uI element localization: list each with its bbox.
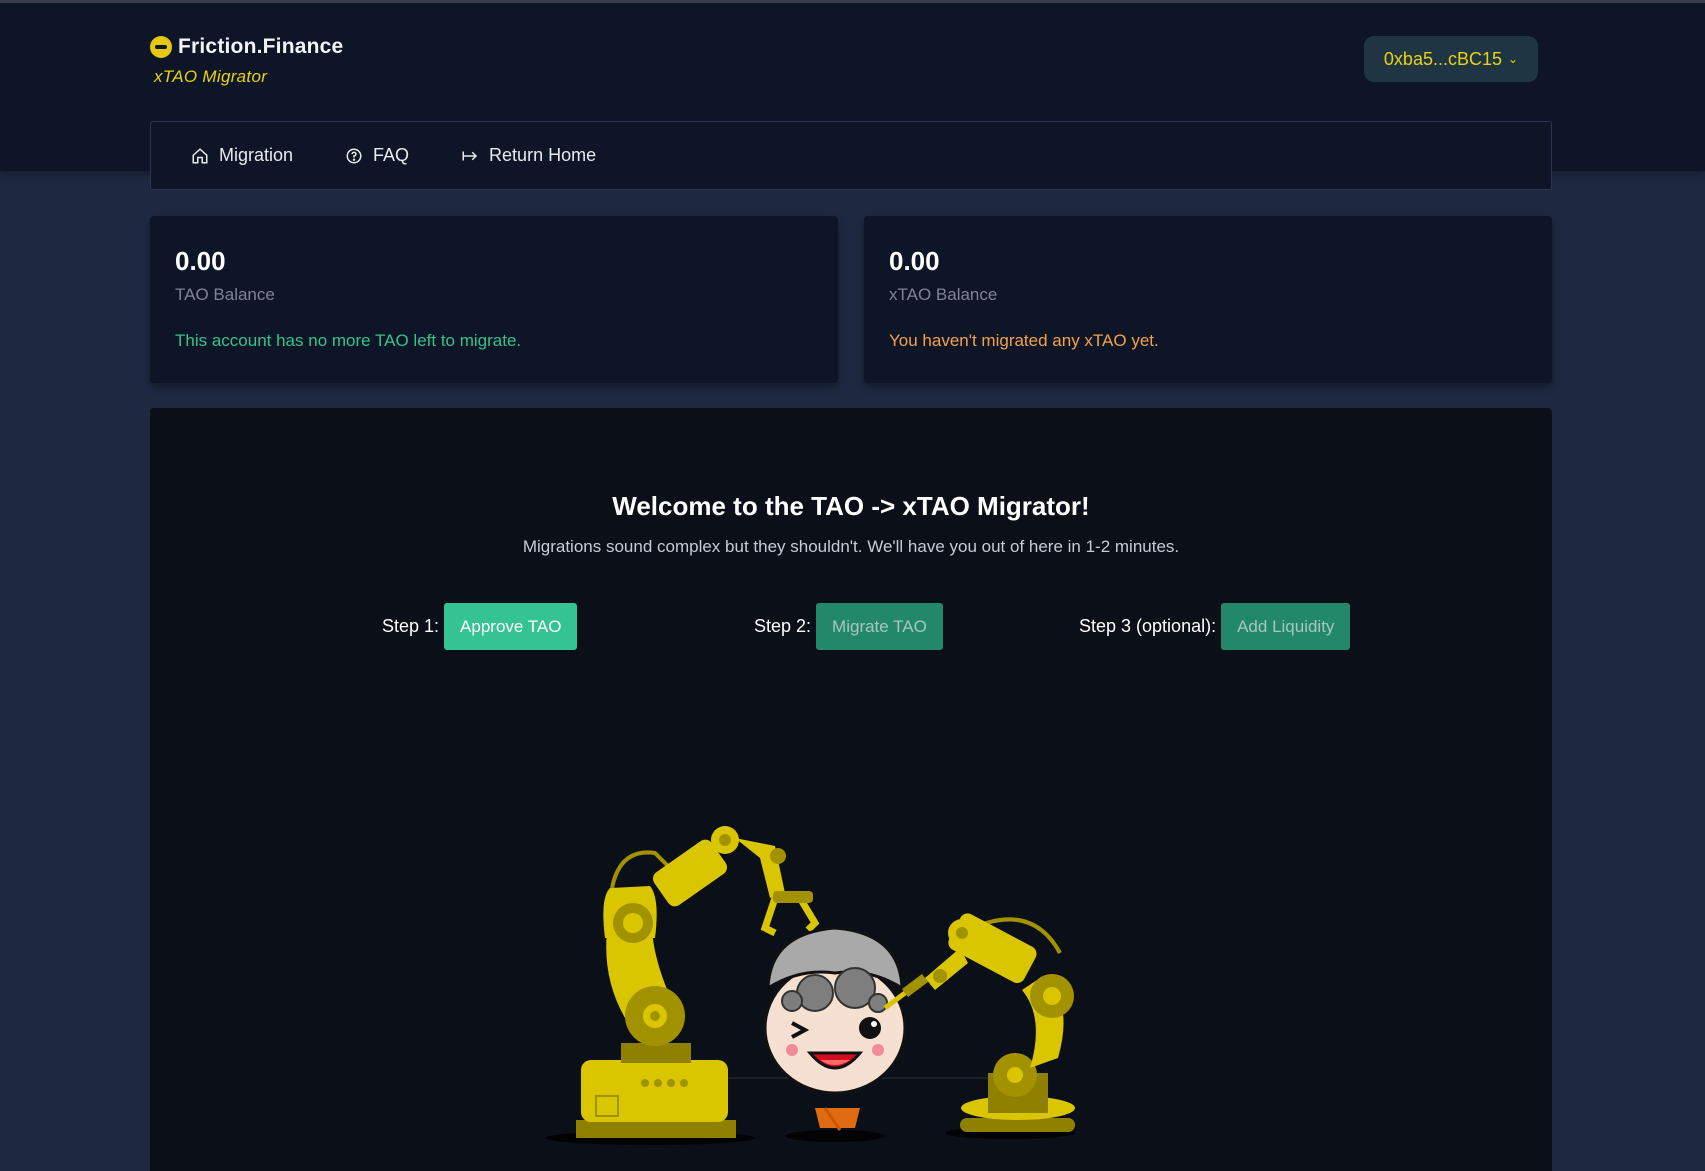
- step-label: Step 2:: [754, 616, 812, 636]
- main-nav: Migration FAQ Return Home: [150, 121, 1552, 190]
- xtao-balance-label: xTAO Balance: [889, 285, 998, 304]
- step-3: Step 3 (optional): Add Liquidity: [1079, 603, 1351, 650]
- step-2: Step 2: Migrate TAO: [754, 603, 943, 650]
- question-circle-icon: [346, 148, 362, 163]
- xtao-balance-card: 0.00 xTAO Balance You haven't migrated a…: [864, 216, 1552, 383]
- step-label: Step 1:: [382, 616, 440, 636]
- nav-item-label: FAQ: [373, 145, 410, 165]
- brand-subtitle: xTAO Migrator: [154, 67, 268, 86]
- tao-balance-message: This account has no more TAO left to mig…: [175, 331, 522, 350]
- wallet-button[interactable]: 0xba5...cBC15 ⌄: [1364, 36, 1538, 82]
- nav-item-label: Return Home: [489, 145, 597, 165]
- step-label: Step 3 (optional):: [1079, 616, 1217, 636]
- nav-item-faq[interactable]: FAQ: [345, 145, 409, 166]
- nav-item-migration[interactable]: Migration: [191, 145, 293, 166]
- nav-item-return-home[interactable]: Return Home: [461, 145, 596, 166]
- nav-item-label: Migration: [219, 145, 294, 165]
- arrow-right-to-bar-icon: [462, 151, 478, 160]
- friction-logo-icon: [150, 36, 172, 58]
- wallet-address: 0xba5...cBC15: [1383, 48, 1502, 69]
- xtao-balance-message: You haven't migrated any xTAO yet.: [889, 331, 1159, 350]
- tao-balance-card: 0.00 TAO Balance This account has no mor…: [150, 216, 838, 383]
- migrate-tao-button[interactable]: Migrate TAO: [816, 603, 943, 650]
- brand-name: Friction.Finance: [178, 35, 344, 58]
- page-subtitle: Migrations sound complex but they should…: [522, 537, 1180, 556]
- add-liquidity-button[interactable]: Add Liquidity: [1221, 603, 1351, 650]
- robot-arms-illustration: [545, 826, 1075, 1145]
- tao-balance-amount: 0.00: [175, 246, 226, 276]
- tao-balance-label: TAO Balance: [175, 285, 275, 304]
- xtao-balance-amount: 0.00: [889, 246, 940, 276]
- step-1: Step 1: Approve TAO: [382, 603, 578, 650]
- page-title: Welcome to the TAO -> xTAO Migrator!: [612, 491, 1090, 521]
- chevron-down-icon: ⌄: [1508, 52, 1519, 66]
- home-icon: [192, 147, 208, 163]
- approve-tao-button[interactable]: Approve TAO: [444, 603, 578, 650]
- brand[interactable]: Friction.Finance xTAO Migrator: [150, 35, 343, 87]
- migrator-panel: Welcome to the TAO -> xTAO Migrator! Mig…: [150, 408, 1552, 1171]
